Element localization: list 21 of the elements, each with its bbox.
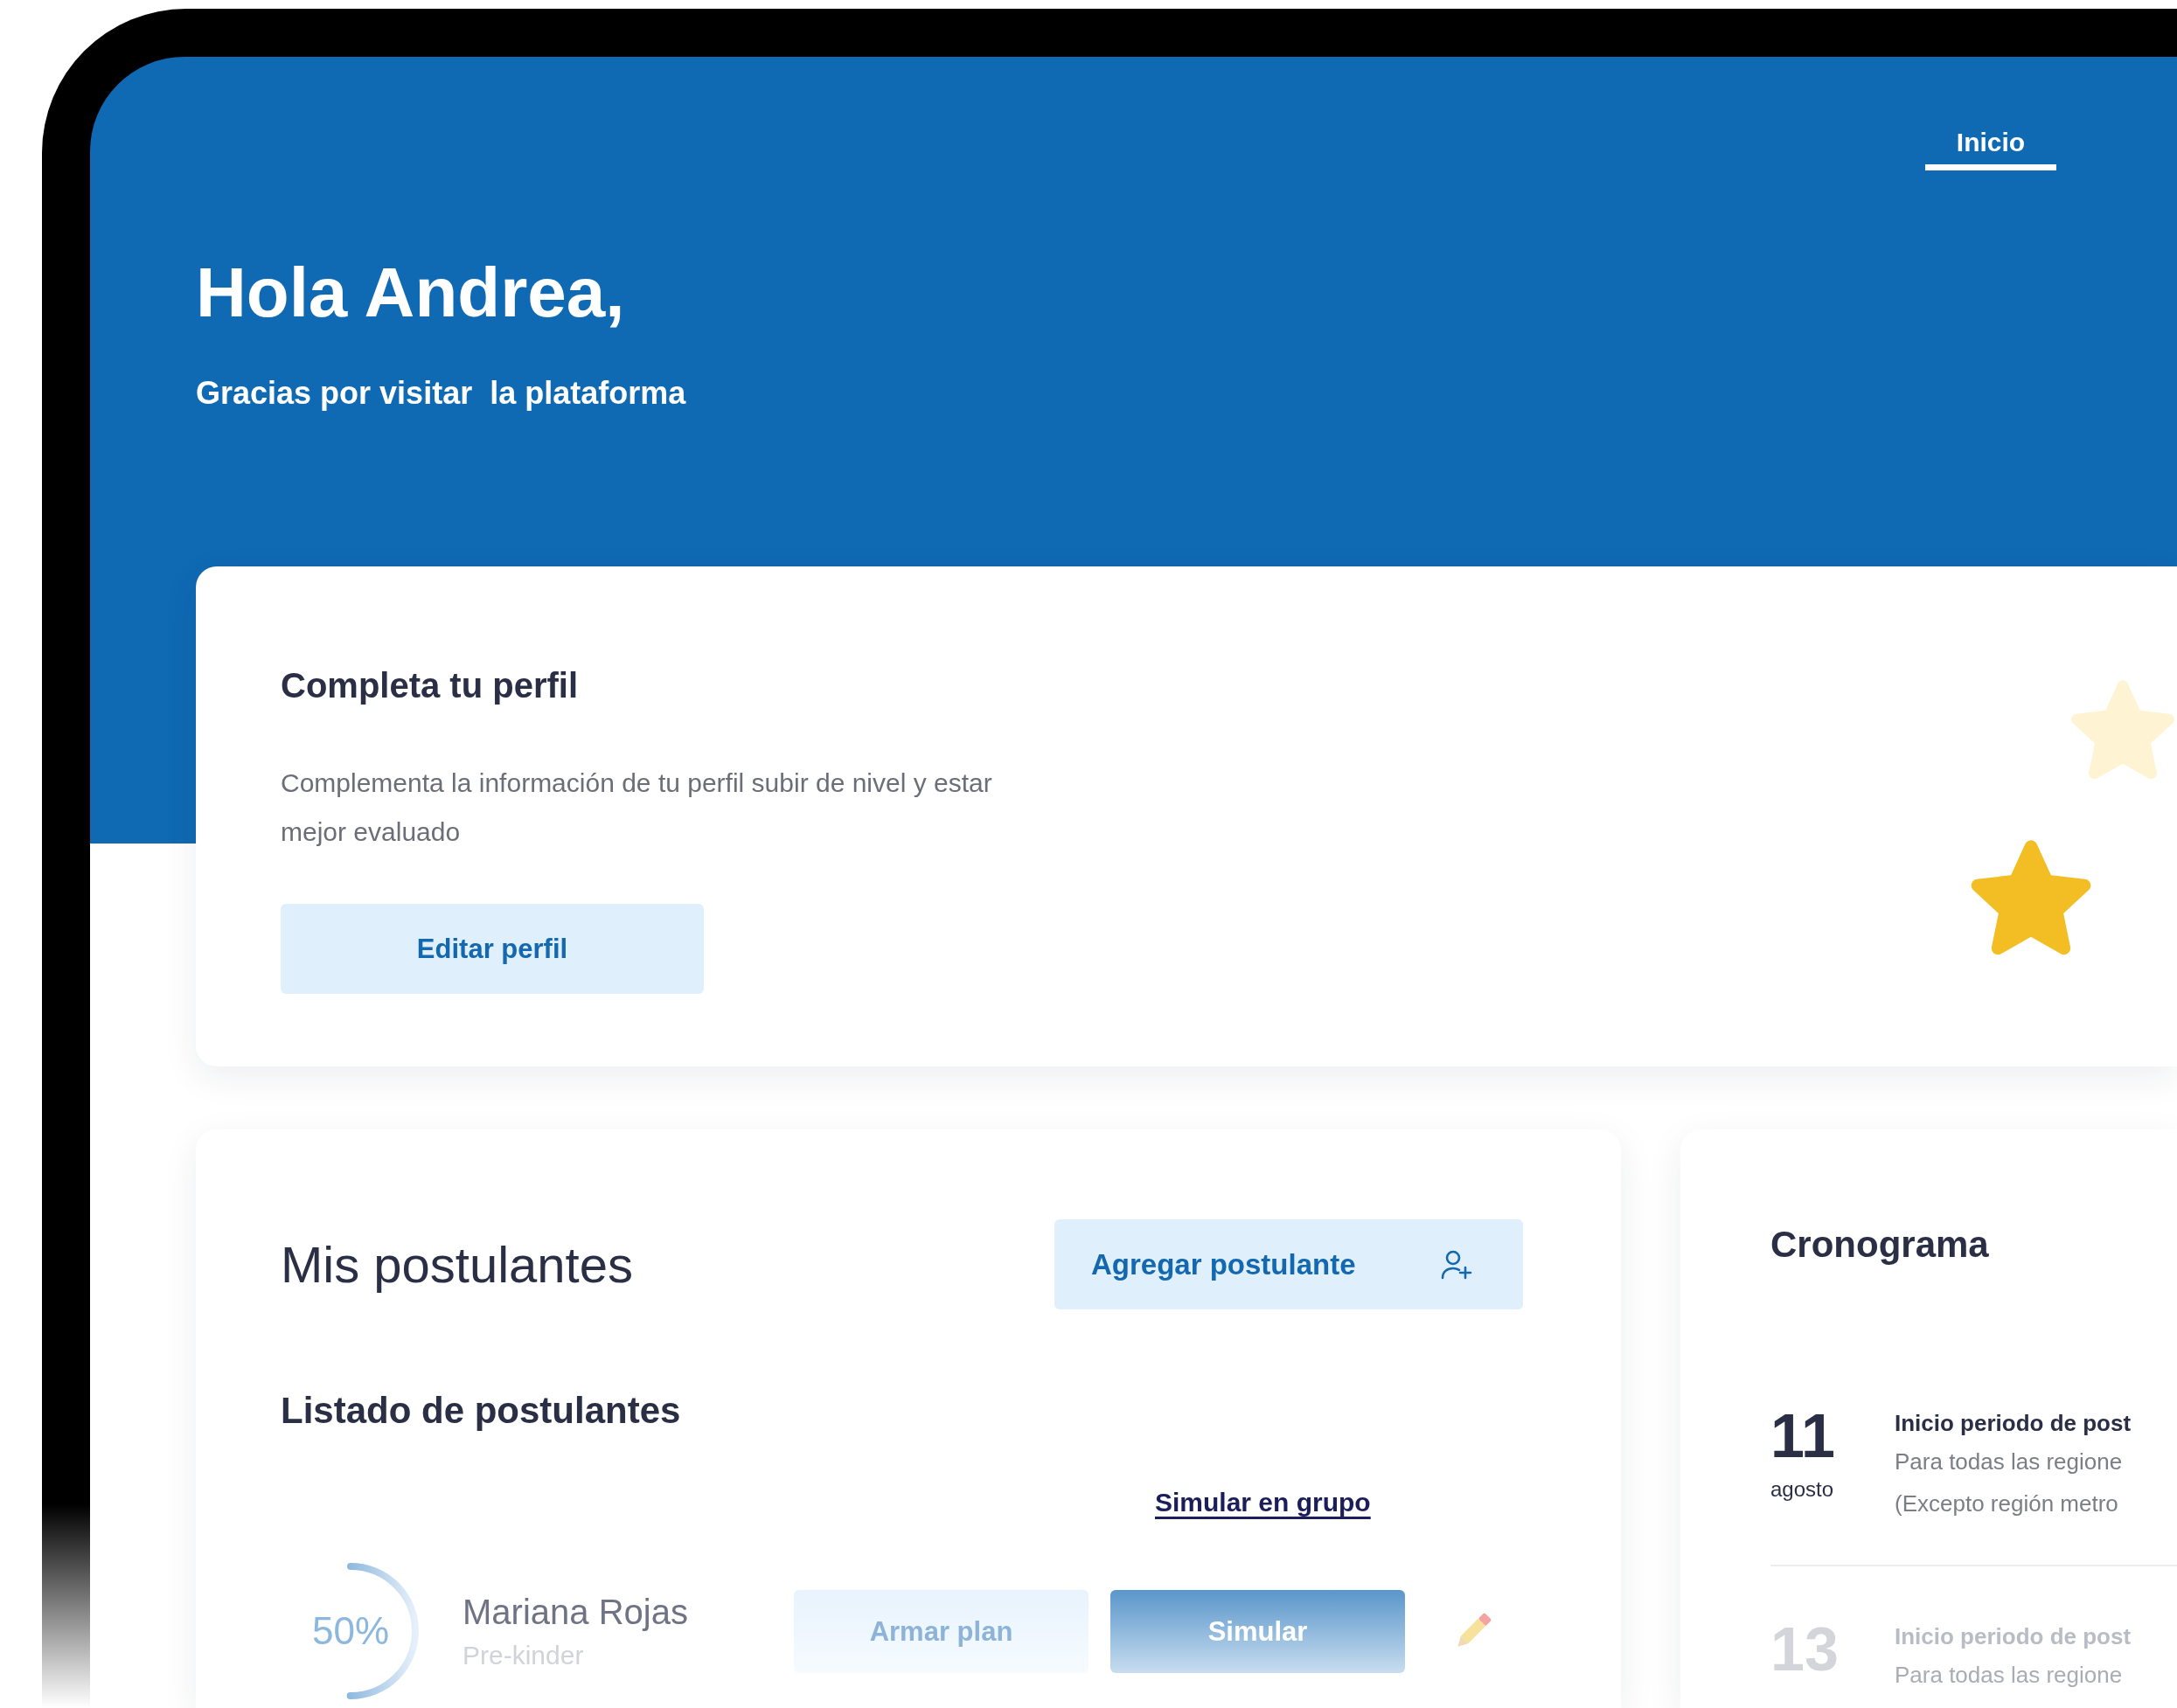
section-title: Mis postulantes bbox=[281, 1235, 633, 1294]
card-description: Complementa la información de tu perfil subir de nivel y estar mejor evaluado bbox=[281, 767, 993, 848]
add-applicant-button[interactable]: Agregar postulante bbox=[1054, 1219, 1523, 1309]
edit-profile-button[interactable]: Editar perfil bbox=[281, 904, 704, 994]
event-description: (Excepto región metro bbox=[1895, 1489, 2119, 1518]
greeting-subtitle: Gracias por visitar la plataforma bbox=[196, 376, 687, 411]
event-description: Para todas las regione bbox=[1895, 1661, 2124, 1690]
event-title: Inicio periodo de post bbox=[1895, 1622, 2132, 1651]
list-title: Listado de postulantes bbox=[281, 1390, 682, 1432]
section-title: Cronograma bbox=[1770, 1224, 1990, 1266]
nav-tab[interactable]: Inicio bbox=[1925, 114, 2056, 170]
progress-percent: 50% bbox=[310, 1608, 391, 1654]
applicant-name: Mariana Rojas bbox=[463, 1592, 689, 1633]
group-simulate-link[interactable]: Simular en grupo bbox=[1155, 1488, 1371, 1517]
event-title: Inicio periodo de post bbox=[1895, 1409, 2132, 1438]
event-description: Para todas las regione bbox=[1895, 1448, 2124, 1476]
card-title: Completa tu perfil bbox=[281, 665, 580, 706]
event-day: 11 bbox=[1770, 1406, 1895, 1467]
add-person-icon bbox=[1441, 1249, 1472, 1280]
event-month: agosto bbox=[1770, 1477, 1835, 1502]
greeting-title: Hola Andrea, bbox=[196, 258, 626, 328]
